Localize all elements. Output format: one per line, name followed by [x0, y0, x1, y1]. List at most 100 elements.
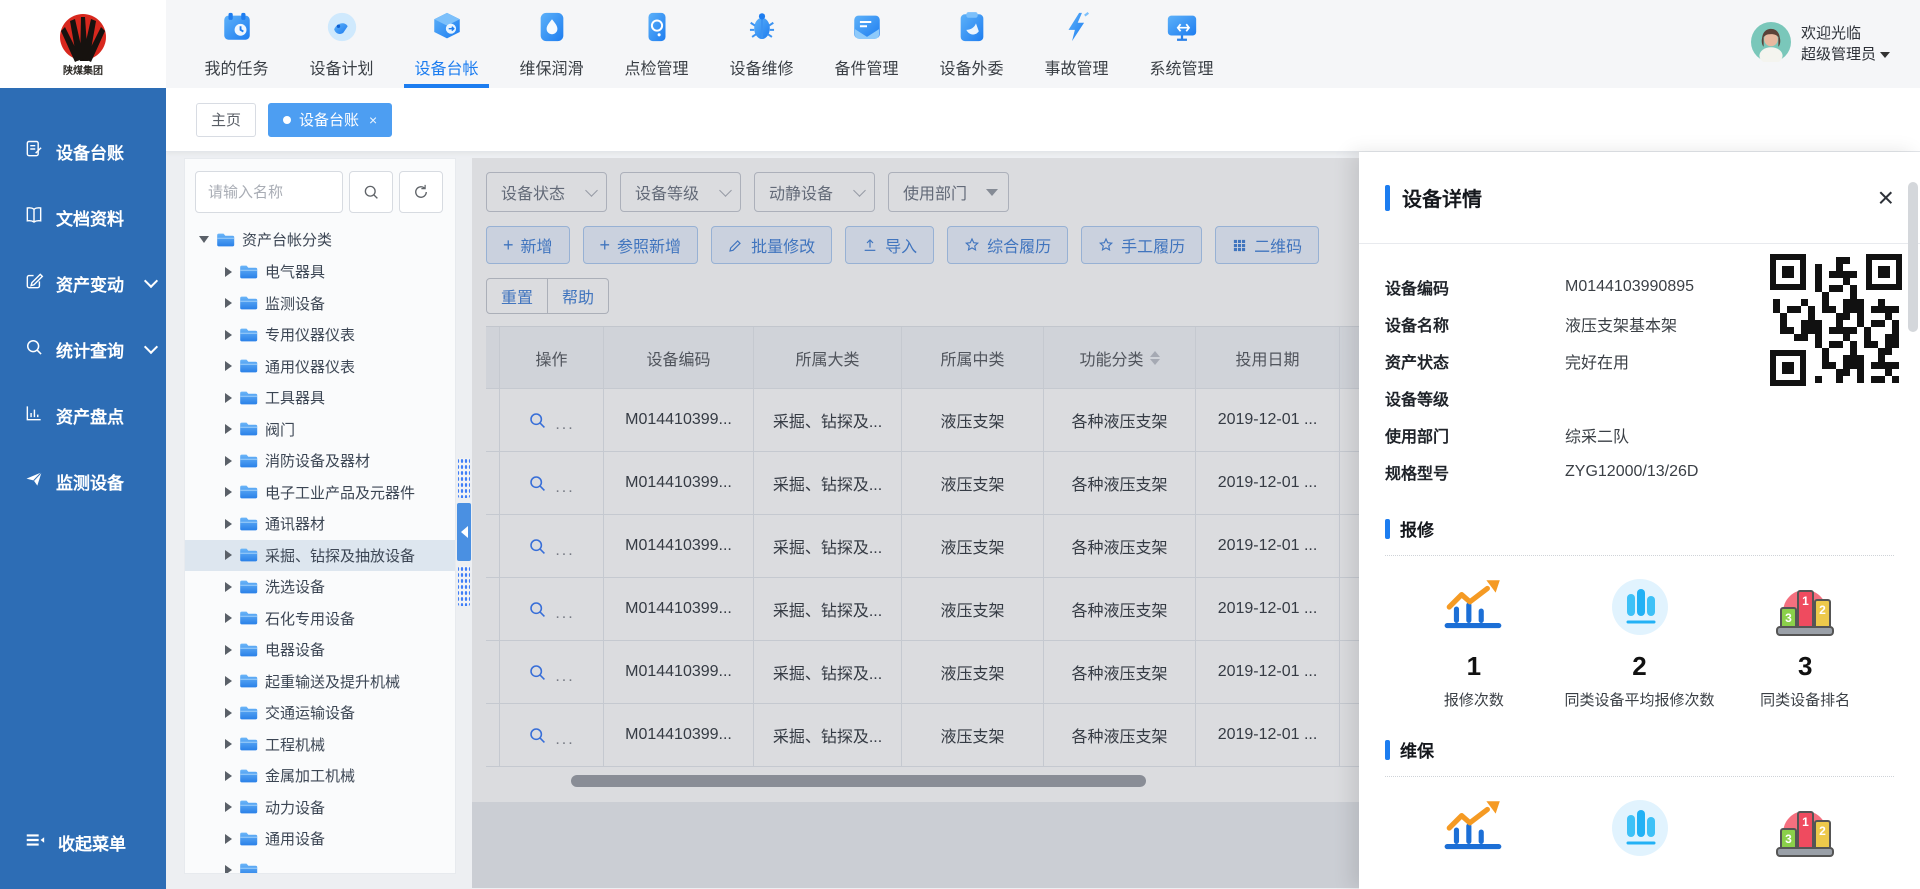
nav-equipment-ledger[interactable]: 设备台帐: [394, 0, 499, 88]
tree-item[interactable]: 工程机械: [185, 729, 455, 761]
panel-scrollbar[interactable]: [1908, 182, 1918, 842]
tree-item[interactable]: 阀门: [185, 414, 455, 446]
expand-caret-icon[interactable]: [225, 802, 232, 812]
qr-code-button[interactable]: 二维码: [1215, 226, 1319, 264]
filter-select[interactable]: 设备等级: [620, 172, 741, 212]
nav-system[interactable]: 系统管理: [1129, 0, 1234, 88]
tree-item[interactable]: 起重输送及提升机械: [185, 666, 455, 698]
expand-caret-icon[interactable]: [225, 519, 232, 529]
expand-caret-icon[interactable]: [225, 298, 232, 308]
close-panel-icon[interactable]: ×: [1878, 184, 1894, 212]
more-actions[interactable]: ...: [555, 605, 574, 623]
help-button[interactable]: 帮助: [548, 278, 609, 314]
sidebar-item-asset-change[interactable]: 资产变动: [0, 250, 166, 316]
tree-item[interactable]: 交通运输设备: [185, 697, 455, 729]
tree-item[interactable]: 通讯器材: [185, 508, 455, 540]
tree-item[interactable]: 洗选设备: [185, 571, 455, 603]
sidebar-item-asset-inventory[interactable]: 资产盘点: [0, 382, 166, 448]
expand-caret-icon[interactable]: [225, 708, 232, 718]
more-actions[interactable]: ...: [555, 416, 574, 434]
tree-item[interactable]: 通用仪器仪表: [185, 351, 455, 383]
manual-history-button[interactable]: 手工履历: [1081, 226, 1202, 264]
nav-spare-parts[interactable]: 备件管理: [814, 0, 919, 88]
scrollbar-thumb[interactable]: [571, 775, 1146, 787]
tree-item[interactable]: 通用设备: [185, 823, 455, 855]
expand-caret-icon[interactable]: [225, 456, 232, 466]
tree-search-input[interactable]: [195, 171, 343, 213]
more-actions[interactable]: ...: [555, 731, 574, 749]
tree-item[interactable]: 工具器具: [185, 382, 455, 414]
expand-caret-icon[interactable]: [225, 865, 232, 874]
expand-caret-icon[interactable]: [225, 739, 232, 749]
expand-caret-icon[interactable]: [225, 582, 232, 592]
nav-my-tasks[interactable]: 我的任务: [184, 0, 289, 88]
nav-maintenance-lubrication[interactable]: 维保润滑: [499, 0, 604, 88]
nav-spot-check[interactable]: 点检管理: [604, 0, 709, 88]
splitter-grip-dots[interactable]: [458, 458, 470, 498]
tree-search-button[interactable]: [349, 171, 393, 213]
sidebar-item-monitoring[interactable]: 监测设备: [0, 448, 166, 514]
comprehensive-history-button[interactable]: 综合履历: [947, 226, 1068, 264]
tree-item[interactable]: 动力设备: [185, 792, 455, 824]
expand-caret-icon[interactable]: [225, 393, 232, 403]
tree-item[interactable]: 采掘、钻探及抽放设备: [185, 540, 455, 572]
tree-item[interactable]: 电子工业产品及元器件: [185, 477, 455, 509]
expand-caret-icon[interactable]: [225, 487, 232, 497]
filter-select[interactable]: 动静设备: [754, 172, 875, 212]
sidebar-item-documents[interactable]: 文档资料: [0, 184, 166, 250]
nav-accident[interactable]: 事故管理: [1024, 0, 1129, 88]
expand-caret-icon[interactable]: [225, 330, 232, 340]
tree-item[interactable]: 金属加工机械: [185, 760, 455, 792]
filter-select[interactable]: 设备状态: [486, 172, 607, 212]
sort-icon[interactable]: [1150, 351, 1160, 365]
tab-home[interactable]: 主页: [196, 103, 256, 137]
expand-caret-icon[interactable]: [225, 676, 232, 686]
operation-cell[interactable]: ...: [500, 641, 604, 704]
panel-splitter[interactable]: [456, 158, 472, 874]
splitter-collapse-handle[interactable]: [457, 503, 471, 561]
more-actions[interactable]: ...: [555, 542, 574, 560]
nav-outsourcing[interactable]: 设备外委: [919, 0, 1024, 88]
expand-caret-icon[interactable]: [225, 613, 232, 623]
expand-caret-icon[interactable]: [225, 834, 232, 844]
import-button[interactable]: 导入: [845, 226, 934, 264]
tree-item[interactable]: 石化专用设备: [185, 603, 455, 635]
collapse-menu-button[interactable]: 收起菜单: [0, 809, 166, 875]
more-actions[interactable]: ...: [555, 479, 574, 497]
nav-equipment-repair[interactable]: 设备维修: [709, 0, 814, 88]
expand-caret-icon[interactable]: [225, 267, 232, 277]
sidebar-item-statistics[interactable]: 统计查询: [0, 316, 166, 382]
operation-cell[interactable]: ...: [500, 452, 604, 515]
operation-cell[interactable]: ...: [500, 704, 604, 767]
tree-item[interactable]: 电器设备: [185, 634, 455, 666]
operation-cell[interactable]: ...: [500, 578, 604, 641]
expand-caret-icon[interactable]: [225, 771, 232, 781]
user-menu[interactable]: 欢迎光临 超级管理员: [1751, 0, 1920, 88]
operation-cell[interactable]: ...: [500, 389, 604, 452]
tree-root-node[interactable]: 资产台帐分类: [185, 223, 455, 256]
sidebar-item-equipment-ledger[interactable]: 设备台账: [0, 118, 166, 184]
tree-item[interactable]: 消防设备及器材: [185, 445, 455, 477]
filter-select[interactable]: 使用部门: [888, 172, 1009, 212]
operation-cell[interactable]: ...: [500, 515, 604, 578]
close-tab-icon[interactable]: ×: [369, 112, 377, 128]
scrollbar-thumb[interactable]: [1908, 182, 1918, 332]
add-button[interactable]: +新增: [486, 226, 570, 264]
tree-refresh-button[interactable]: [399, 171, 443, 213]
nav-equipment-plan[interactable]: 设备计划: [289, 0, 394, 88]
expand-caret-icon[interactable]: [199, 236, 209, 243]
tree-item[interactable]: 专用仪器仪表: [185, 319, 455, 351]
more-actions[interactable]: ...: [555, 668, 574, 686]
expand-caret-icon[interactable]: [225, 550, 232, 560]
tree-item[interactable]: [185, 855, 455, 875]
expand-caret-icon[interactable]: [225, 645, 232, 655]
expand-caret-icon[interactable]: [225, 361, 232, 371]
batch-edit-button[interactable]: 批量修改: [711, 226, 832, 264]
header-function-class[interactable]: 功能分类: [1044, 327, 1196, 389]
tab-equipment-ledger[interactable]: 设备台账 ×: [268, 103, 392, 137]
splitter-grip-dots[interactable]: [458, 566, 470, 606]
add-by-reference-button[interactable]: +参照新增: [583, 226, 699, 264]
expand-caret-icon[interactable]: [225, 424, 232, 434]
tree-item[interactable]: 监测设备: [185, 288, 455, 320]
reset-button[interactable]: 重置: [486, 278, 548, 314]
